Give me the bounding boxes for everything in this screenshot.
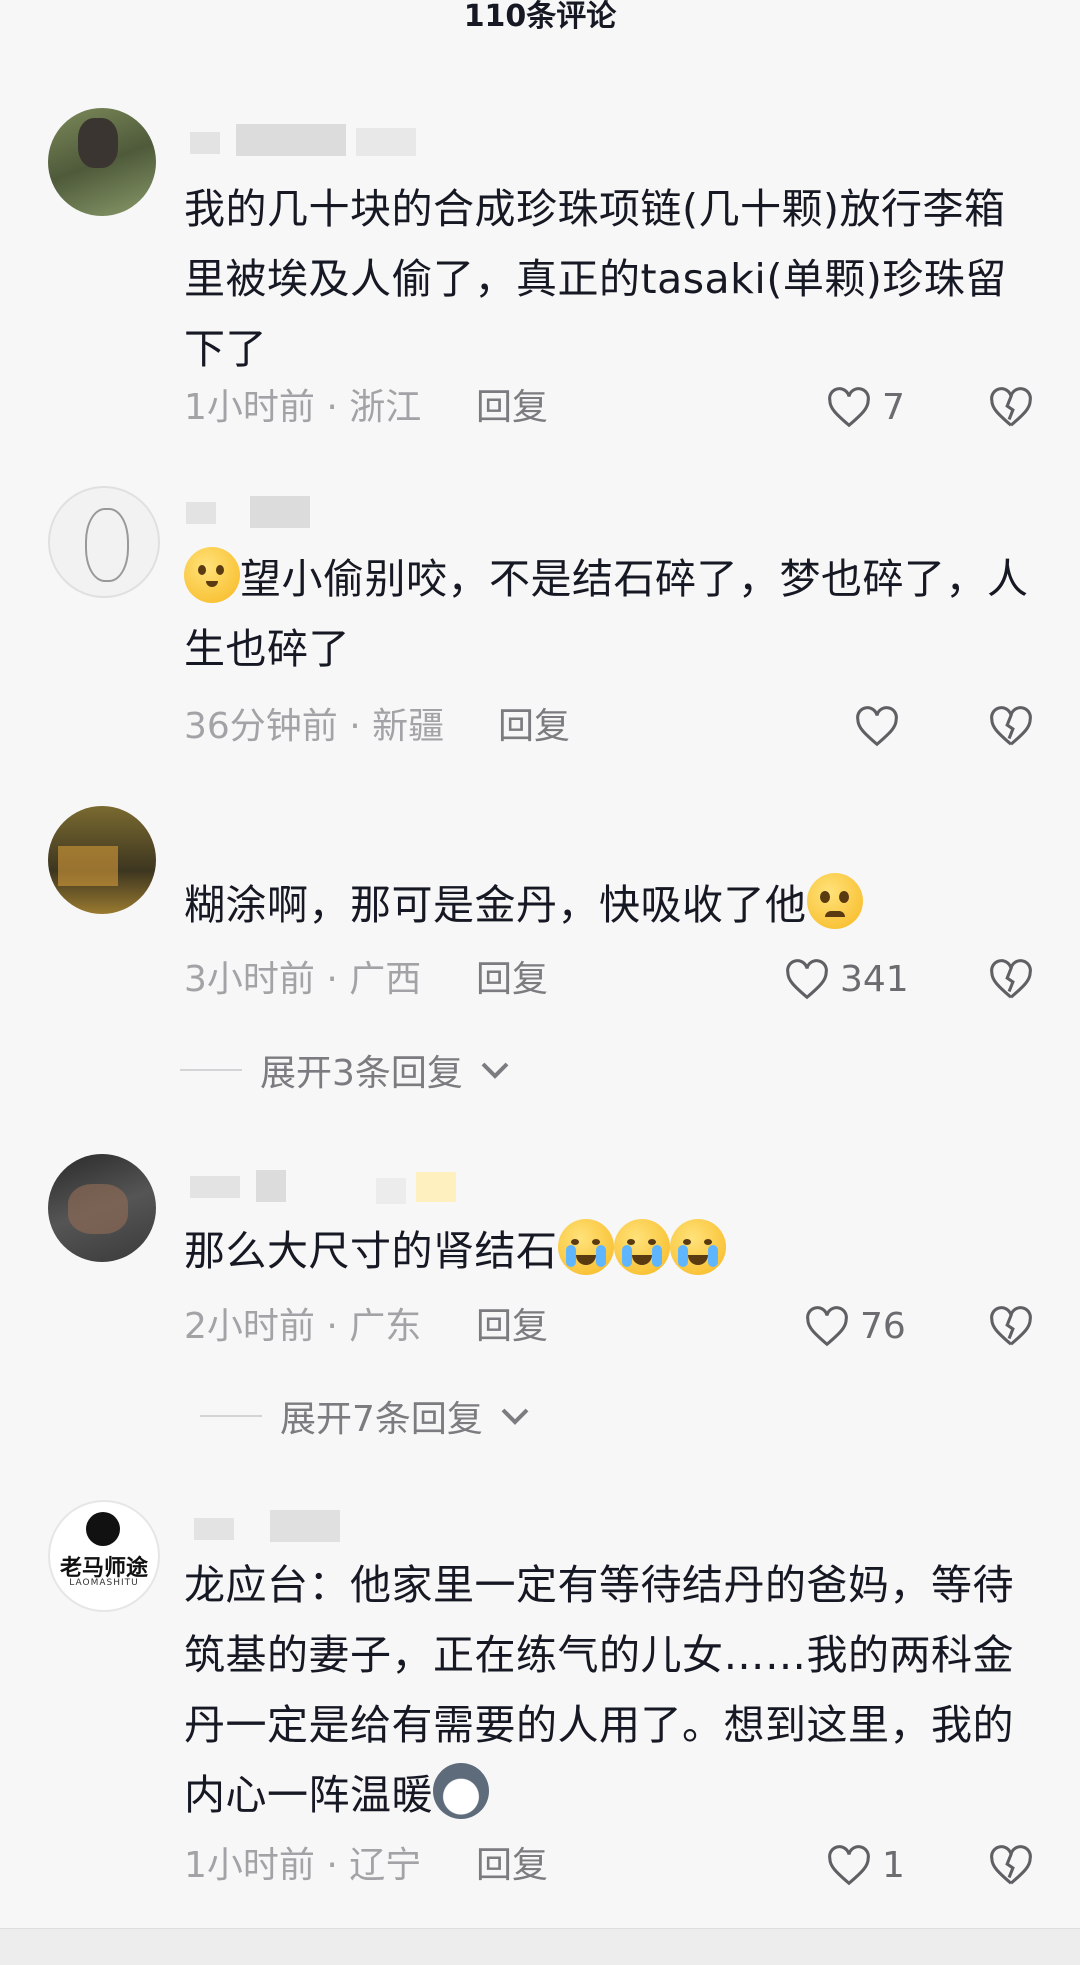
crying-face-icon	[613, 1219, 670, 1275]
crying-face-icon	[669, 1219, 726, 1275]
comment-input-bar[interactable]	[0, 1928, 1080, 1965]
like-button[interactable]	[854, 702, 910, 752]
comment-time-location: 36分钟前 · 新疆	[184, 706, 445, 747]
like-count: 76	[860, 1306, 906, 1347]
like-button[interactable]: 341	[784, 955, 909, 1005]
comment-time-location: 1小时前 · 浙江	[184, 387, 422, 428]
moon-logo-icon	[86, 1512, 120, 1546]
heart-icon	[828, 1845, 870, 1886]
divider-line	[200, 1415, 262, 1417]
avatar[interactable]	[48, 486, 160, 598]
expand-replies-button[interactable]: 展开7条回复	[200, 1390, 529, 1442]
pouting-face-icon	[184, 547, 240, 603]
reply-button[interactable]: 回复	[476, 955, 548, 1005]
comment-meta: 1小时前 · 辽宁 回复 1	[184, 1841, 1034, 1891]
like-button[interactable]: 76	[804, 1302, 906, 1352]
comment-text: 我的几十块的合成珍珠项链(几十颗)放行李箱里被埃及人偷了，真正的tasaki(单…	[184, 185, 1007, 373]
comment-meta: 2小时前 · 广东 回复 76	[184, 1302, 1034, 1352]
comments-header-title: 110条评论	[463, 0, 617, 34]
comment-time-location: 1小时前 · 辽宁	[184, 1845, 422, 1886]
comment-text: 望小偷别咬，不是结石碎了，梦也碎了，人生也碎了	[184, 544, 1044, 684]
broken-heart-icon[interactable]	[988, 386, 1034, 430]
heart-icon	[828, 387, 870, 428]
comment-text: 糊涂啊，那可是金丹，快吸收了他	[184, 870, 1044, 940]
crying-face-icon	[557, 1219, 614, 1275]
like-count: 7	[882, 387, 905, 428]
reply-button[interactable]: 回复	[476, 383, 548, 433]
username-blurred[interactable]	[186, 494, 426, 530]
username-blurred[interactable]	[186, 122, 426, 158]
comment-meta: 3小时前 · 广西 回复 341	[184, 955, 1034, 1005]
avatar[interactable]	[48, 806, 156, 914]
chevron-down-icon	[481, 1062, 509, 1079]
like-count: 341	[840, 959, 909, 1000]
heart-icon	[806, 1306, 848, 1347]
reply-button[interactable]: 回复	[476, 1841, 548, 1891]
username-blurred[interactable]	[186, 1168, 456, 1204]
husky-face-icon	[433, 1763, 489, 1819]
reply-button[interactable]: 回复	[476, 1302, 548, 1352]
broken-heart-icon[interactable]	[988, 958, 1034, 1002]
pleading-face-icon	[806, 873, 863, 929]
broken-heart-icon[interactable]	[988, 1305, 1034, 1349]
heart-icon	[786, 959, 828, 1000]
username-blurred[interactable]	[186, 1508, 426, 1544]
avatar[interactable]	[48, 1154, 156, 1262]
like-count: 1	[882, 1845, 905, 1886]
chevron-down-icon	[501, 1408, 529, 1425]
comment-text: 龙应台：他家里一定有等待结丹的爸妈，等待筑基的妻子，正在练气的儿女……我的两科金…	[184, 1561, 1014, 1819]
like-button[interactable]: 1	[826, 1841, 905, 1891]
comment-time-location: 3小时前 · 广西	[184, 959, 422, 1000]
avatar[interactable]	[48, 108, 156, 216]
expand-replies-button[interactable]: 展开3条回复	[180, 1044, 509, 1096]
heart-icon	[856, 706, 898, 747]
broken-heart-icon[interactable]	[988, 1844, 1034, 1888]
comment-meta: 36分钟前 · 新疆 回复	[184, 702, 1034, 752]
avatar-logo-subtext: LAOMASHITU	[69, 1578, 139, 1588]
comment-meta: 1小时前 · 浙江 回复 7	[184, 383, 1034, 433]
reply-button[interactable]: 回复	[498, 702, 570, 752]
broken-heart-icon[interactable]	[988, 705, 1034, 749]
divider-line	[180, 1069, 242, 1071]
avatar[interactable]: 老马师途 LAOMASHITU	[48, 1500, 160, 1612]
comment-text: 那么大尺寸的肾结石	[184, 1216, 1044, 1286]
like-button[interactable]: 7	[826, 383, 905, 433]
comment-time-location: 2小时前 · 广东	[184, 1306, 422, 1347]
